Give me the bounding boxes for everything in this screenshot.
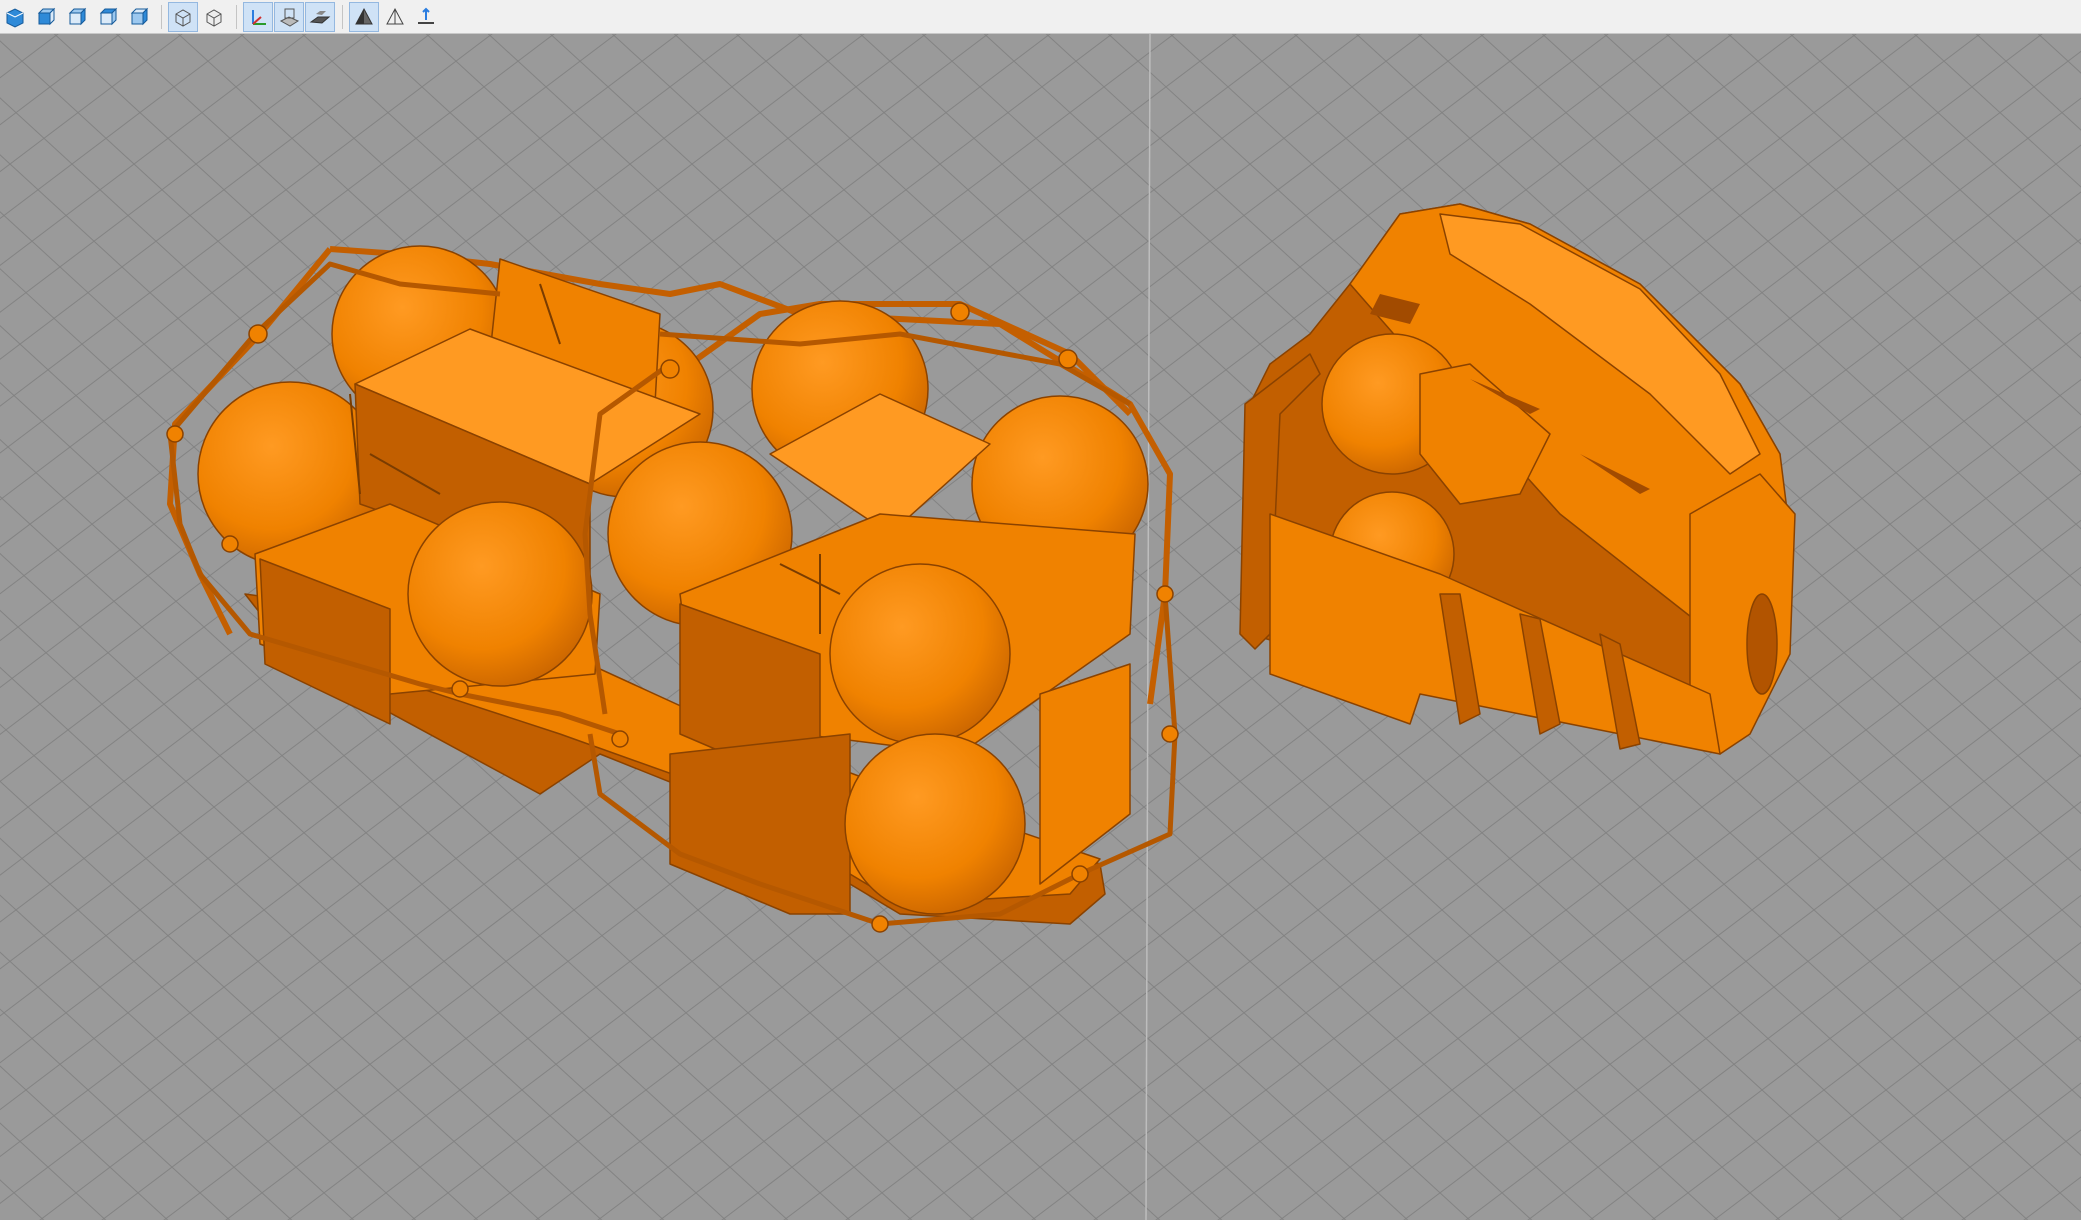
grid-button[interactable] xyxy=(274,1,304,32)
buoyancy-block-side xyxy=(669,733,851,915)
shaded-view-button[interactable] xyxy=(349,1,379,32)
view-back-button[interactable] xyxy=(93,2,123,32)
view-left-icon xyxy=(68,7,87,25)
grid-icon xyxy=(279,8,300,27)
toolbar-separator xyxy=(236,4,237,29)
view-toolbar xyxy=(0,0,2081,34)
axes-icon xyxy=(252,9,266,25)
view-left-button[interactable] xyxy=(62,2,92,32)
outline-view-button[interactable] xyxy=(380,2,410,32)
viewport-canvas xyxy=(0,34,2081,1220)
float-sphere xyxy=(829,563,1011,745)
wireframe-button[interactable] xyxy=(168,1,198,32)
grid-line xyxy=(0,1179,45,1220)
float-sphere xyxy=(407,501,593,687)
shaded-view-icon xyxy=(355,7,373,24)
view-front-button[interactable] xyxy=(31,2,61,32)
ground-icon xyxy=(418,7,434,24)
grid-line xyxy=(1961,1129,2081,1220)
hull-housing-model[interactable] xyxy=(1239,203,1796,755)
view-right-icon xyxy=(130,7,149,25)
flotation-assembly-model[interactable] xyxy=(166,245,1179,933)
grid-line xyxy=(2020,34,2081,1220)
build-plate-icon xyxy=(309,10,331,24)
view-right-button[interactable] xyxy=(124,2,154,32)
outline-view-icon xyxy=(386,7,404,24)
float-sphere xyxy=(844,733,1026,915)
grid-line xyxy=(1837,1035,2081,1220)
3d-viewport[interactable] xyxy=(0,34,2081,1220)
buoyancy-block xyxy=(1039,663,1131,885)
toolbar-separator xyxy=(342,4,343,29)
hull-nose-opening xyxy=(1746,593,1778,695)
build-plate-button[interactable] xyxy=(305,1,335,32)
grid-line xyxy=(2037,34,2081,74)
view-front-icon xyxy=(37,7,56,25)
grid-line xyxy=(0,1065,169,1220)
view-perspective-icon xyxy=(6,7,24,28)
ground-button[interactable] xyxy=(411,2,441,32)
axes-button[interactable] xyxy=(243,1,273,32)
viewport-split-line xyxy=(1145,34,1151,1220)
grid-line xyxy=(1913,34,2081,188)
wireframe-icon xyxy=(175,8,191,27)
view-back-icon xyxy=(99,7,118,25)
toolbar-separator xyxy=(161,4,162,29)
grid-line xyxy=(0,40,1285,1220)
bounding-box-button[interactable] xyxy=(199,2,229,32)
view-perspective-button[interactable] xyxy=(0,2,30,32)
bounding-box-icon xyxy=(206,8,222,27)
